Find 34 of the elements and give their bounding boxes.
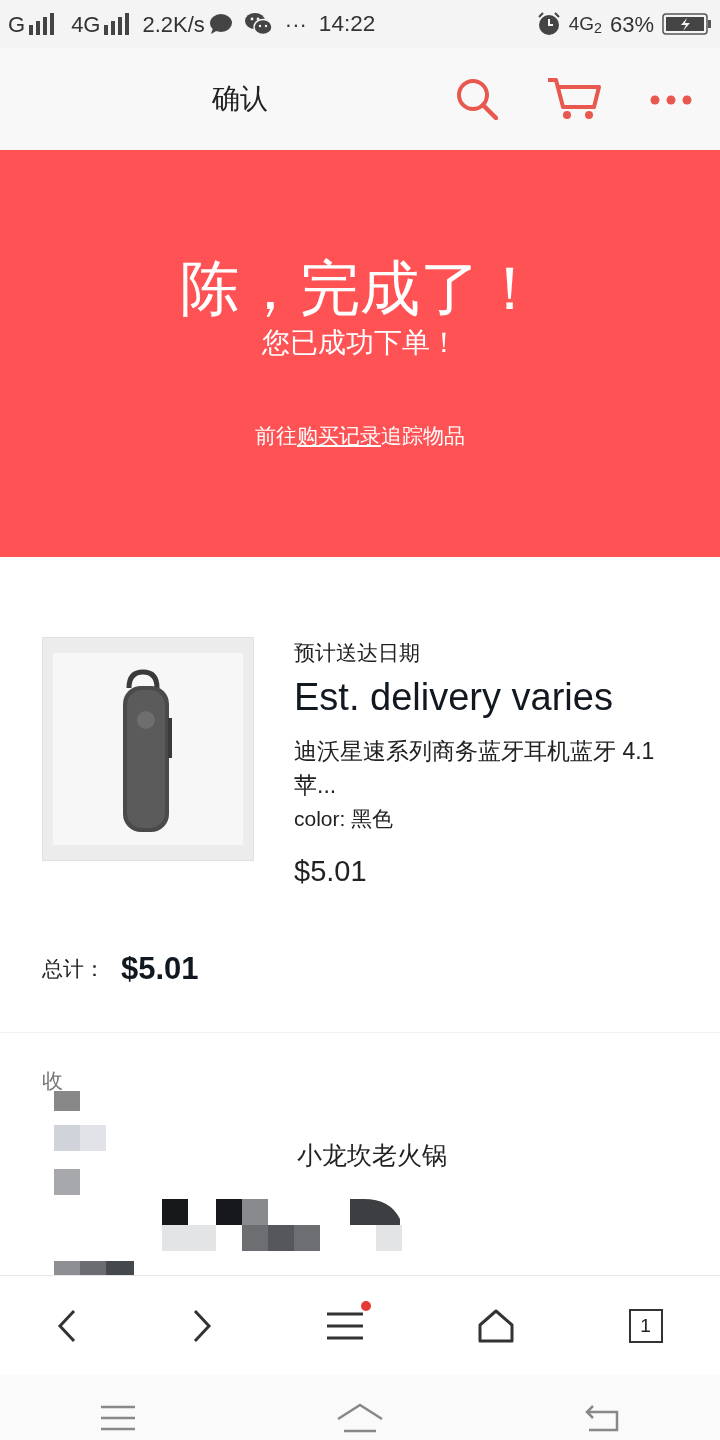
product-price: $5.01 [294, 854, 368, 889]
more-indicator: ··· [284, 10, 307, 39]
forward-icon[interactable] [192, 1308, 213, 1343]
cart-icon[interactable] [546, 77, 602, 121]
carrier-label: 4G [71, 10, 101, 39]
alarm-icon [536, 12, 561, 36]
clock-time: 14:22 [318, 10, 376, 39]
signal-icon [29, 13, 56, 35]
total-amount: $5.01 [121, 949, 199, 988]
tab-count-button[interactable]: 1 [628, 1308, 663, 1343]
address-label: 收 [42, 1069, 63, 1092]
page-title: 确认 [212, 82, 268, 116]
home-icon[interactable] [477, 1308, 514, 1343]
search-icon[interactable] [456, 78, 498, 120]
back-icon[interactable] [57, 1308, 78, 1343]
product-variant: color: 黑色 [294, 805, 395, 832]
product-name: 迪沃星速系列商务蓝牙耳机蓝牙 4.1 苹... [294, 736, 656, 800]
chat-bubble-icon [208, 13, 233, 35]
delivery-estimate: Est. delivery varies [294, 674, 614, 720]
tracking-hint: 前往购买记录追踪物品 [255, 422, 465, 449]
battery-level: 63% [609, 10, 654, 39]
carrier-label: G [8, 10, 26, 39]
more-icon[interactable] [650, 94, 692, 105]
total-label: 总计： [42, 956, 105, 982]
success-message: 您已成功下单！ [262, 325, 458, 360]
menu-icon[interactable] [327, 1310, 363, 1341]
network-speed: 2.2K/s [142, 10, 205, 39]
network-type: 4G$_{2}$ [568, 11, 602, 39]
chat-app-icon [244, 12, 273, 36]
delivery-label: 预计送达日期 [294, 640, 421, 666]
success-title: 陈，完成了！ [180, 255, 540, 322]
battery-icon [662, 13, 712, 35]
address-line: 小龙坎老火锅 [297, 1140, 447, 1169]
signal-icon [104, 13, 131, 35]
